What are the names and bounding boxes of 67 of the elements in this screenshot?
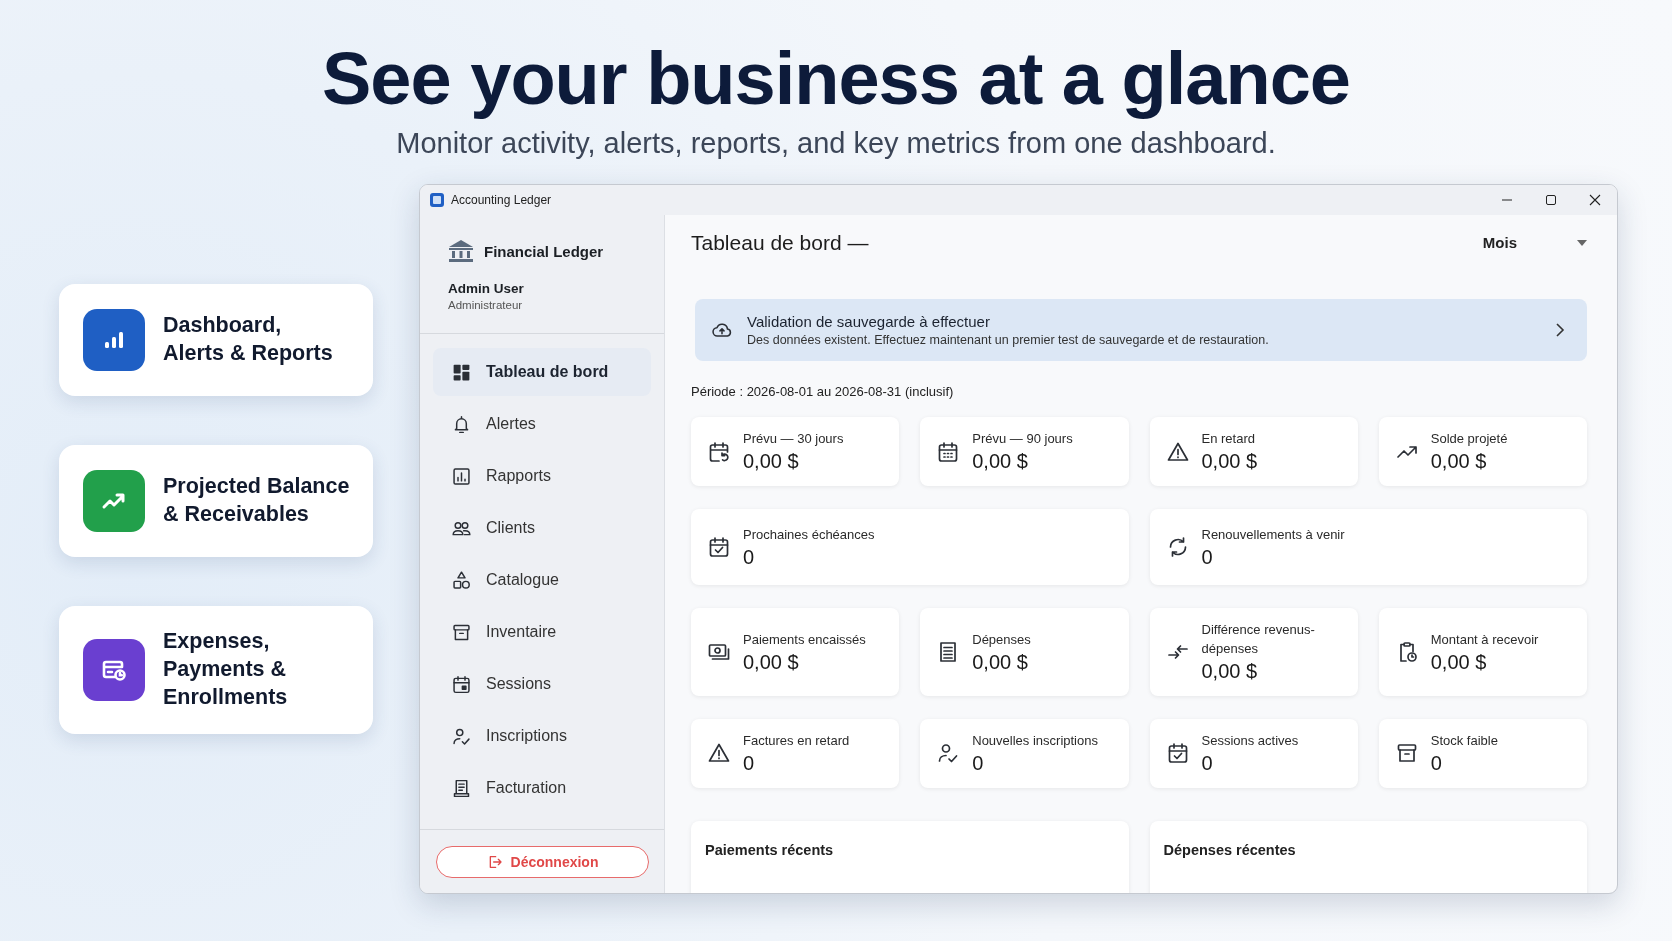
caret-icon (1577, 239, 1587, 246)
bar-chart-icon (451, 465, 472, 487)
brand-name: Financial Ledger (484, 242, 604, 260)
sidebar-item[interactable]: Facturation (433, 764, 651, 813)
window-title: Accounting Ledger (451, 193, 553, 208)
stat-value: 0,00 $ (972, 650, 1029, 674)
stat-label: Nouvelles inscriptions (972, 731, 1098, 750)
stat-value: 0 (1201, 545, 1214, 569)
user-role: Administrateur (447, 298, 524, 312)
close-icon (1589, 194, 1601, 207)
stat-label: Factures en retard (743, 731, 850, 750)
sidebar-item[interactable]: Inscriptions (433, 712, 651, 761)
stat-value: 0 (972, 751, 985, 775)
stat-label: Sessions actives (1201, 731, 1299, 750)
feature-label: Expenses, Payments & Enrollments (163, 628, 288, 712)
stat-label: Paiements encaissés (743, 630, 866, 649)
feature-label: Dashboard, Alerts & Reports (163, 312, 333, 368)
banner-title: Validation de sauvegarde à effectuer (747, 313, 991, 331)
stat-label: Renouvellements à venir (1201, 525, 1345, 544)
maximize-icon (1545, 194, 1557, 207)
stat-label: Prévu — 90 jours (972, 430, 1073, 449)
stat-value: 0,00 $ (743, 450, 800, 474)
stat-value: 0,00 $ (972, 450, 1029, 474)
stat-value: 0,00 $ (1430, 450, 1488, 474)
stat-label: Stock faible (1430, 731, 1498, 750)
logout-button[interactable]: Déconnexion (436, 846, 649, 879)
page-title: Tableau de bord — (691, 230, 870, 255)
stat-label: Montant à recevoir (1430, 630, 1539, 649)
app-icon (430, 193, 444, 208)
stat-value: 0,00 $ (743, 650, 800, 674)
sidebar-item[interactable]: Rapports (433, 452, 651, 501)
backup-banner[interactable]: Validation de sauvegarde à effectuer Des données existent. Effectuez maintenant un premier test de sauvegarde et de restauration. (695, 299, 1587, 362)
stat-value: 0 (1430, 751, 1443, 775)
stat-label: Prochaines échéances (743, 525, 875, 544)
sidebar-item[interactable]: Alertes (433, 400, 651, 449)
calendar-refresh-icon (707, 439, 731, 464)
sidebar-item[interactable]: Inventaire (433, 608, 651, 657)
stat-label: Solde projeté (1430, 430, 1508, 449)
sidebar-item[interactable]: Tableau de bord (433, 348, 651, 397)
stat-label: En retard (1201, 430, 1256, 449)
banner-text: Des données existent. Effectuez maintenant un premier test de sauvegarde et de restauration. (747, 333, 1270, 348)
stat-label: Dépenses (972, 630, 1031, 649)
sidebar-item[interactable]: Sessions (433, 660, 651, 709)
stat-value: 0 (1201, 751, 1214, 775)
stat-value: 0,00 $ (1201, 659, 1259, 683)
period-dropdown[interactable]: Mois (1476, 233, 1593, 253)
stat-label: Différence revenus-dépenses (1201, 621, 1316, 659)
sidebar-item[interactable]: Clients (433, 504, 651, 553)
stat-label: Prévu — 30 jours (743, 430, 844, 449)
sidebar-item[interactable]: Catalogue (433, 556, 651, 605)
period-label: Période : 2026-08-01 au 2026-08-31 (inclusif) (691, 384, 955, 400)
calendar-check-icon (707, 535, 731, 560)
subheadline: Monitor activity, alerts, reports, and key metrics from one dashboard. (396, 127, 1276, 161)
headline: See your business at a glance (322, 38, 1350, 120)
stat-value: 0 (743, 545, 756, 569)
bank-icon (448, 239, 474, 264)
user-name: Admin User (447, 280, 525, 297)
calendar-icon (451, 673, 472, 695)
chevron-right-icon (1555, 323, 1565, 338)
shapes-icon (451, 569, 472, 591)
panel-title: Paiements récents (705, 841, 834, 858)
feature-label: Projected Balance & Receivables (163, 473, 350, 529)
document-icon (451, 777, 472, 799)
panel-title: Dépenses récentes (1163, 841, 1296, 858)
stat-value: 0 (743, 751, 756, 775)
stat-value: 0,00 $ (1430, 650, 1488, 674)
stat-value: 0,00 $ (1201, 450, 1258, 474)
